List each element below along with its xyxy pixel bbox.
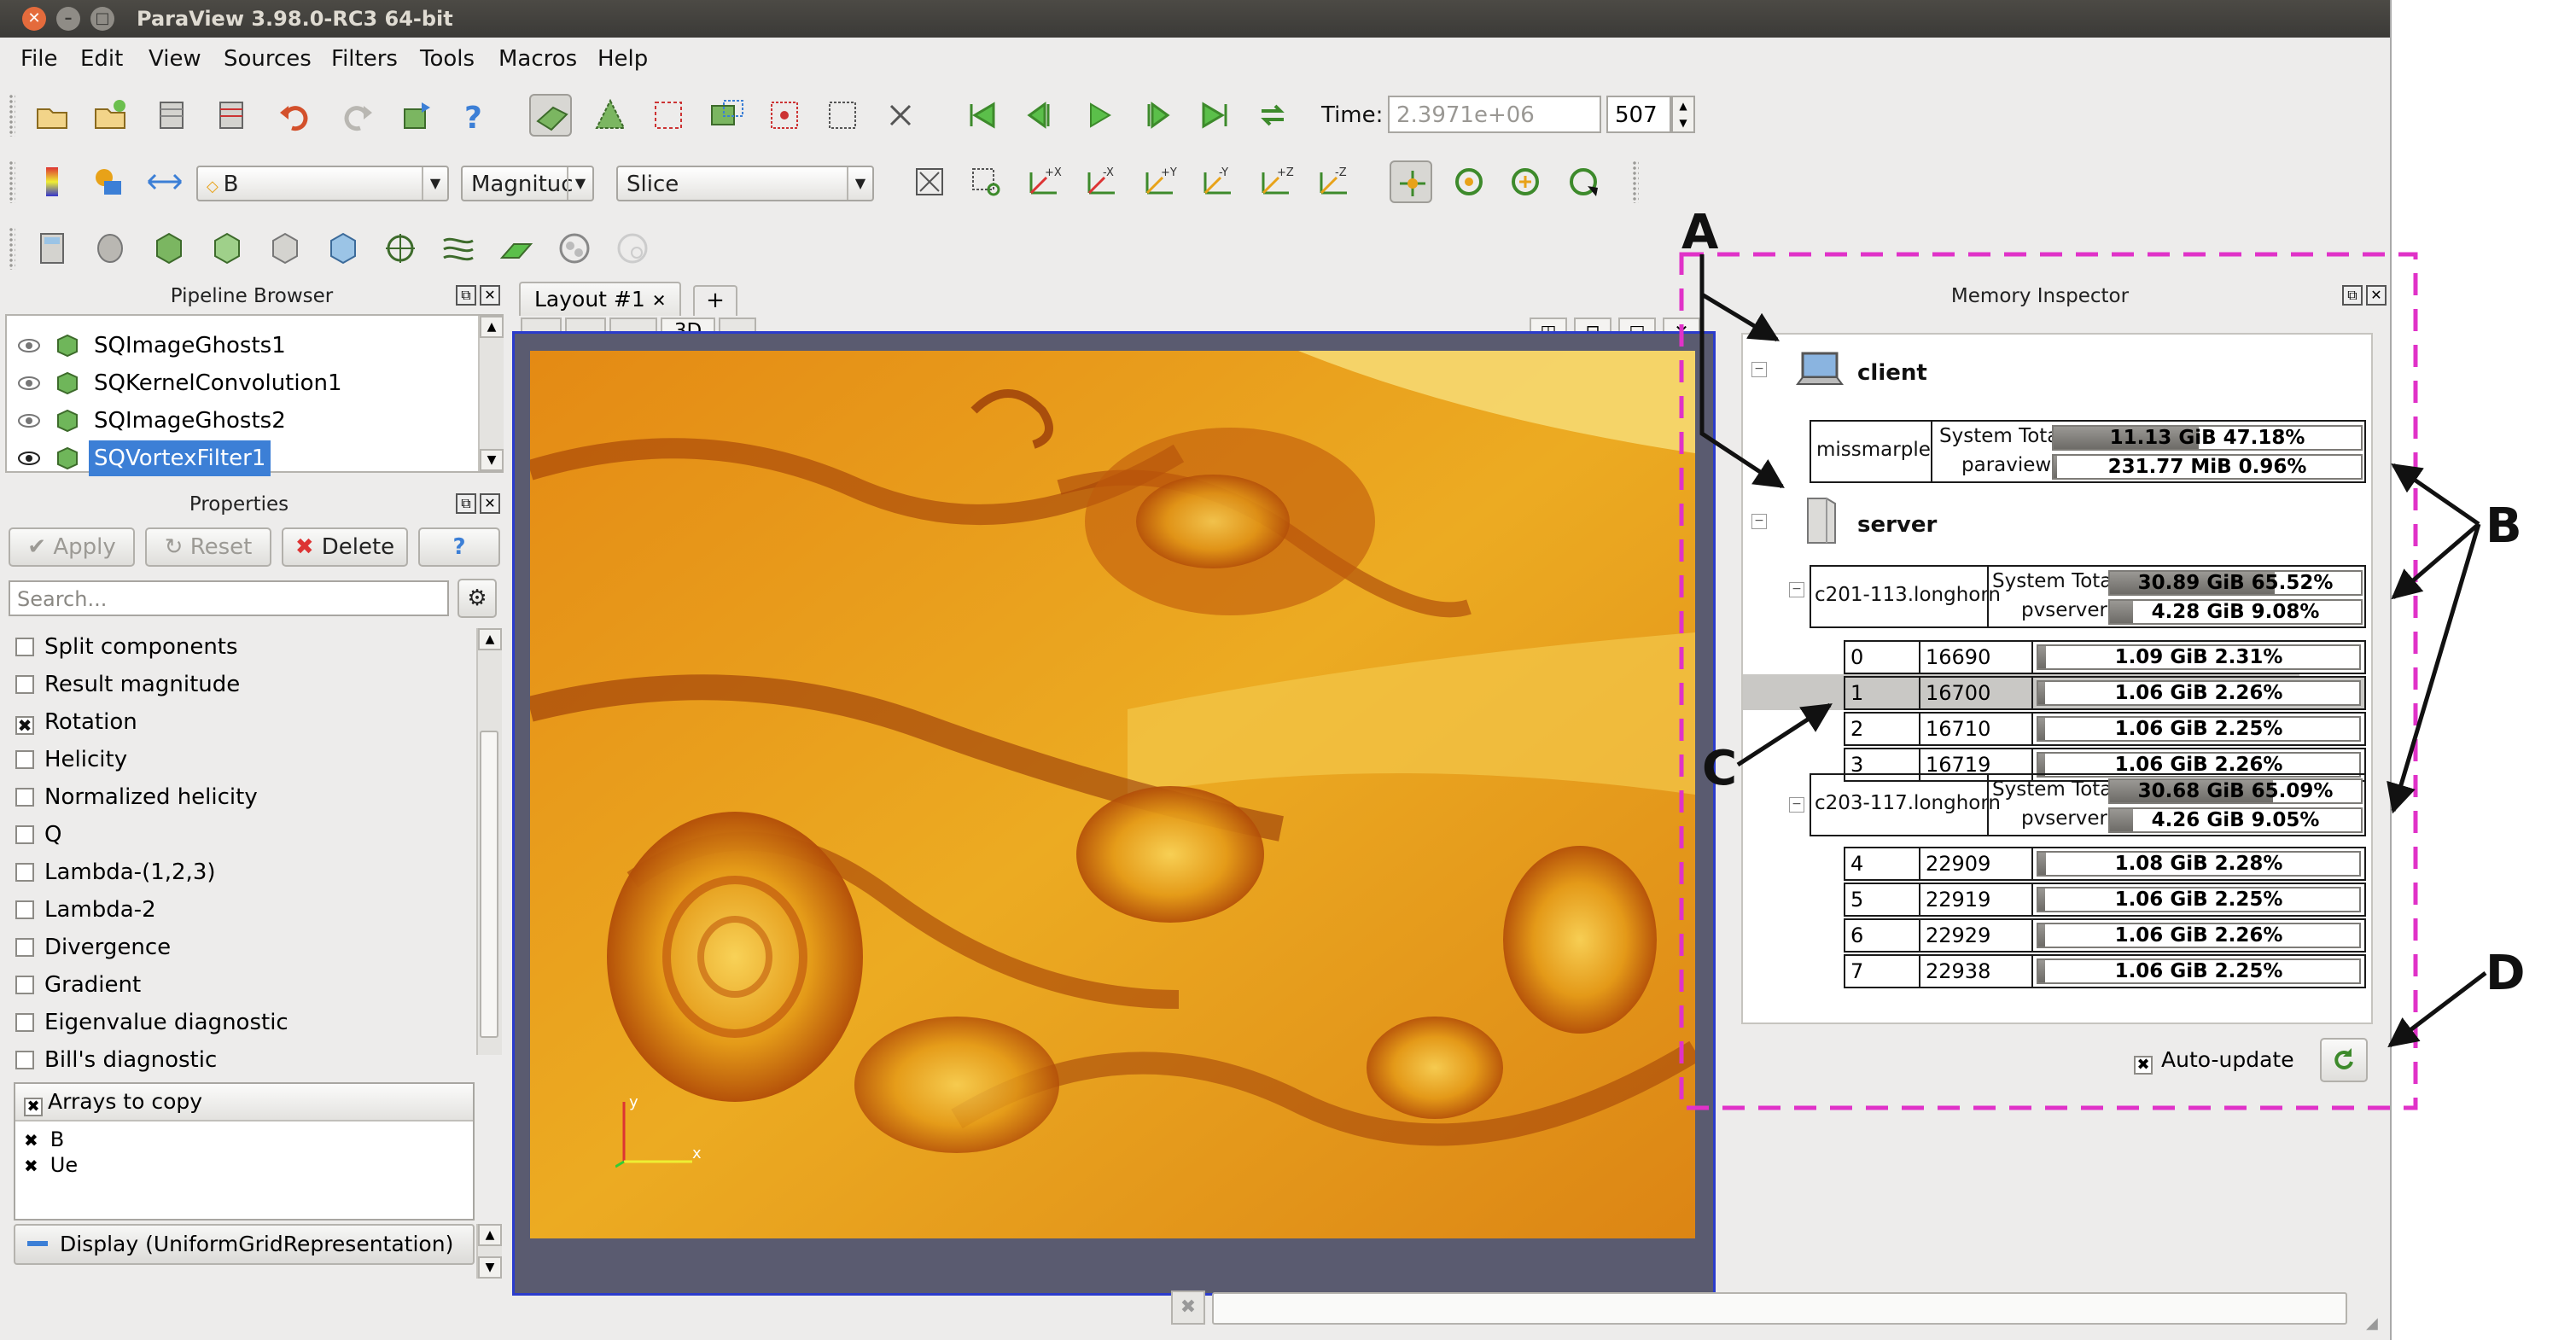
annotation-b: B [2486, 498, 2522, 554]
annotation-d: D [2486, 946, 2526, 1001]
annotation-overlay [1679, 252, 2487, 1110]
annotation-c: C [1702, 741, 1738, 796]
annotation-a: A [1681, 205, 1719, 260]
highlight-box [1679, 252, 2418, 1110]
